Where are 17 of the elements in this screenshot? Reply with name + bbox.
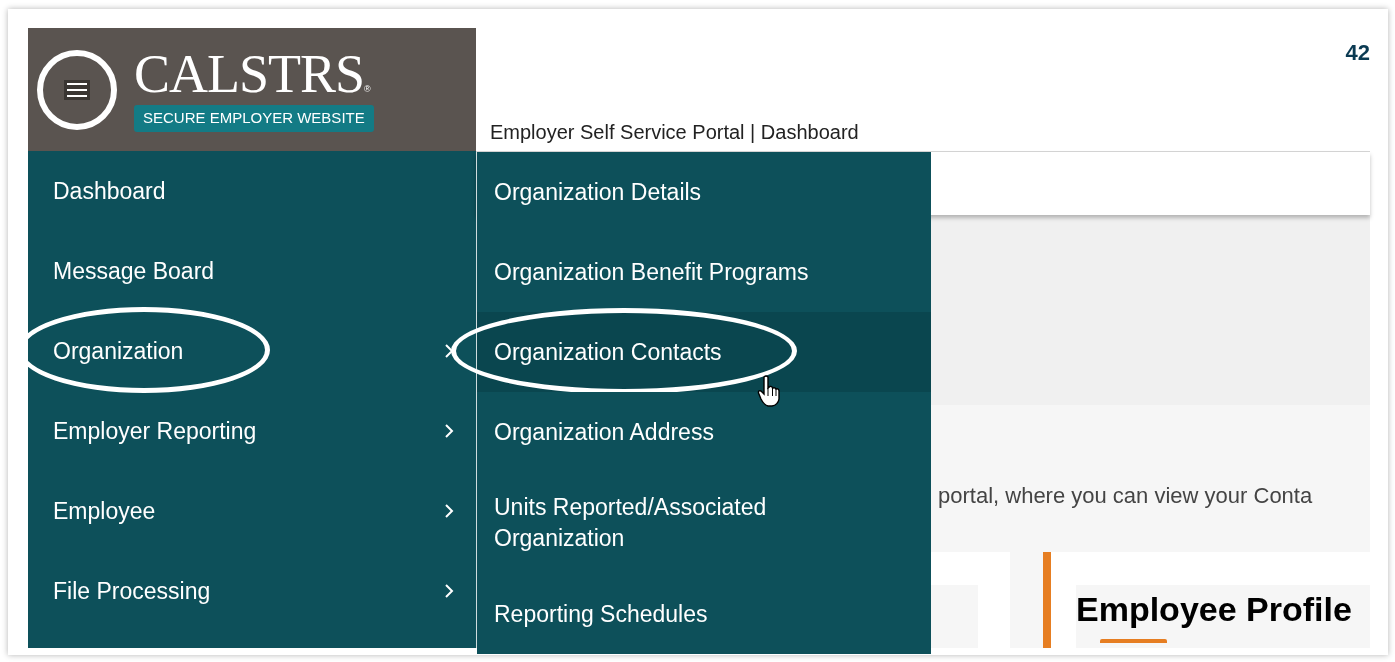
page-title: Employer Self Service Portal | Dashboard <box>490 120 859 145</box>
menu-item[interactable]: Message Board <box>28 231 476 311</box>
submenu-item[interactable]: Organization Contacts <box>477 312 931 392</box>
logo-tagline: SECURE EMPLOYER WEBSITE <box>134 105 374 132</box>
menu-item[interactable]: Employer Reporting <box>28 391 476 471</box>
logo-wordmark: CALSTRS <box>134 47 365 102</box>
title-underline <box>1100 639 1167 643</box>
hand-cursor-icon <box>757 374 783 408</box>
menu-icon[interactable] <box>64 79 90 100</box>
menu-item[interactable]: Dashboard <box>28 151 476 231</box>
registered-mark: ® <box>364 84 371 97</box>
header-text: 42 <box>1345 39 1370 67</box>
menu-item[interactable]: File Processing <box>28 551 476 631</box>
card-title: Employee Profile <box>1076 589 1353 629</box>
intro-text: portal, where you can view your Conta <box>938 483 1313 508</box>
menu-item[interactable]: Employee <box>28 471 476 551</box>
menu-item[interactable]: Organization <box>28 311 476 391</box>
